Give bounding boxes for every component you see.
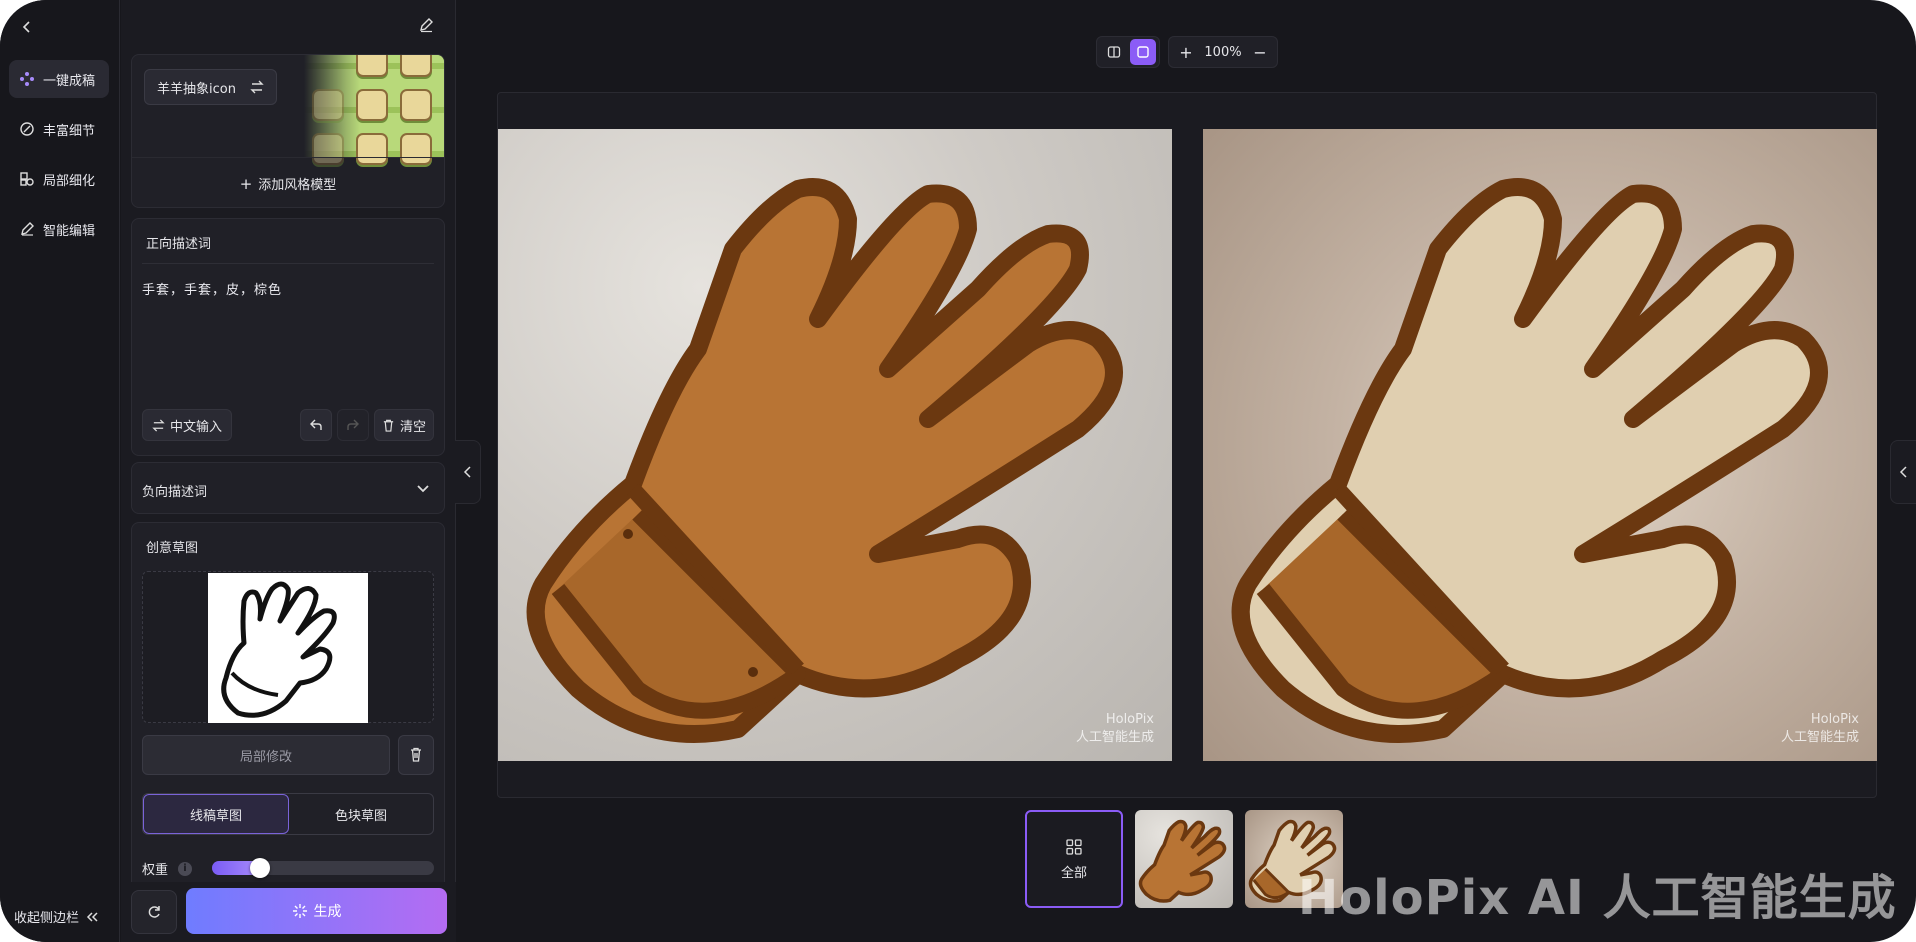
pencil-icon <box>19 221 35 237</box>
grid-icon <box>1066 838 1082 855</box>
image-watermark: HoloPix 人工智能生成 <box>1781 711 1859 747</box>
weight-label-row: 权重 i <box>142 859 193 878</box>
right-panel-toggle[interactable] <box>1890 440 1916 504</box>
collapse-sidebar-button[interactable]: 收起侧边栏 <box>14 907 99 926</box>
trash-icon <box>383 419 394 432</box>
app-window: 一键成稿 丰富细节 局部细化 智能编辑 收起侧边栏 羊羊抽象icon + 添加风… <box>0 0 1916 942</box>
sparkle-icon <box>292 904 307 918</box>
thumbnail-strip: 全部 <box>1025 810 1343 908</box>
swap-icon <box>250 80 264 94</box>
reset-button[interactable] <box>131 890 177 934</box>
weight-slider[interactable] <box>212 858 434 878</box>
sketch-mode-line[interactable]: 线稿草图 <box>143 794 289 834</box>
shapes-icon <box>19 171 35 187</box>
clear-button[interactable]: 清空 <box>374 409 434 441</box>
nav-item-label: 丰富细节 <box>43 123 96 139</box>
undo-button[interactable] <box>300 409 332 441</box>
back-button[interactable] <box>12 12 42 42</box>
edit-icon[interactable] <box>415 14 437 36</box>
bottom-action-bar: 生成 <box>121 882 456 942</box>
negative-prompt-title: 负向描述词 <box>142 485 208 500</box>
style-model-card: 羊羊抽象icon + 添加风格模型 <box>131 54 445 208</box>
split-view-icon <box>1107 46 1120 58</box>
sketch-mode-color-block[interactable]: 色块草图 <box>289 794 433 834</box>
add-style-model-button[interactable]: + 添加风格模型 <box>132 157 444 207</box>
info-icon[interactable]: i <box>178 861 193 876</box>
nav-item-enrich-detail[interactable]: 丰富细节 <box>9 110 109 148</box>
weight-slider-handle[interactable] <box>250 858 270 878</box>
split-view-button[interactable] <box>1101 39 1127 65</box>
trash-icon <box>411 747 421 762</box>
watermark-note: 人工智能生成 <box>1780 730 1859 745</box>
thumbnail-image[interactable] <box>1135 810 1233 908</box>
settings-panel: 羊羊抽象icon + 添加风格模型 正向描述词 手套，手套，皮，棕色 中文输入 <box>121 0 456 942</box>
image-canvas: HoloPix 人工智能生成 HoloPix 人工智能生成 <box>497 92 1877 798</box>
generated-image-cream[interactable]: HoloPix 人工智能生成 <box>1203 129 1877 761</box>
swap-icon <box>152 418 165 432</box>
local-edit-button[interactable]: 局部修改 <box>142 735 390 775</box>
image-watermark: HoloPix 人工智能生成 <box>1076 711 1154 747</box>
redo-button[interactable] <box>337 409 369 441</box>
clear-label: 清空 <box>399 419 426 435</box>
sketch-image <box>208 573 368 723</box>
creative-sketch-title: 创意草图 <box>146 541 199 556</box>
chinese-input-label: 中文输入 <box>169 419 222 435</box>
sketch-mode-segmented: 线稿草图 色块草图 <box>142 793 434 835</box>
thumbnail-all-label: 全部 <box>1060 865 1087 881</box>
refresh-icon <box>148 906 160 918</box>
collapse-panel-toggle[interactable] <box>455 440 481 504</box>
delete-sketch-button[interactable] <box>398 735 434 775</box>
collapse-sidebar-label: 收起侧边栏 <box>14 911 80 926</box>
watermark-brand: HoloPix <box>1105 712 1154 727</box>
watermark-brand: HoloPix <box>1810 712 1859 727</box>
view-mode-toolbar <box>1096 36 1160 68</box>
chinese-input-button[interactable]: 中文输入 <box>142 409 232 441</box>
positive-prompt-title: 正向描述词 <box>146 237 212 252</box>
single-view-button[interactable] <box>1129 39 1156 65</box>
style-model-thumbnail <box>304 55 444 165</box>
nav-item-label: 局部细化 <box>43 173 96 189</box>
sketch-upload-area[interactable] <box>142 571 434 723</box>
negative-prompt-card[interactable]: 负向描述词 <box>131 462 445 514</box>
style-model-name: 羊羊抽象icon <box>157 81 236 97</box>
positive-prompt-card: 正向描述词 手套，手套，皮，棕色 中文输入 清空 <box>131 218 445 456</box>
nav-item-smart-edit[interactable]: 智能编辑 <box>9 210 109 248</box>
undo-icon <box>310 419 322 430</box>
zoom-level: 100% <box>1204 44 1242 60</box>
chevron-left-icon <box>1899 466 1907 478</box>
sparkle-dots-icon <box>19 71 35 87</box>
nav-item-local-refine[interactable]: 局部细化 <box>9 160 109 198</box>
chevron-left-icon <box>463 466 471 478</box>
nav-item-one-click[interactable]: 一键成稿 <box>9 60 109 98</box>
generate-button[interactable]: 生成 <box>186 888 447 934</box>
positive-prompt-input[interactable]: 手套，手套，皮，棕色 <box>142 279 432 298</box>
chevron-down-icon <box>417 485 429 493</box>
divider <box>142 263 434 264</box>
zoom-out-button[interactable]: − <box>1251 43 1269 62</box>
generated-image-brown[interactable]: HoloPix 人工智能生成 <box>498 129 1172 761</box>
watermark-note: 人工智能生成 <box>1075 730 1154 745</box>
magic-wand-icon <box>19 121 35 137</box>
single-view-icon <box>1136 46 1149 58</box>
add-style-model-label: 添加风格模型 <box>258 178 337 193</box>
nav-item-label: 智能编辑 <box>43 223 96 239</box>
zoom-toolbar: + 100% − <box>1168 36 1278 68</box>
creative-sketch-card: 创意草图 局部修改 线稿草图 色块草图 权重 i <box>131 522 445 882</box>
double-chevron-left-icon <box>86 911 98 922</box>
holopix-watermark: HoloPix AI 人工智能生成 <box>1298 870 1897 926</box>
redo-icon <box>347 419 359 430</box>
nav-item-label: 一键成稿 <box>43 73 96 89</box>
chevron-left-icon <box>22 21 30 33</box>
thumbnail-all[interactable]: 全部 <box>1025 810 1123 908</box>
generate-label: 生成 <box>313 904 342 920</box>
weight-label: 权重 <box>142 863 169 878</box>
style-model-tag[interactable]: 羊羊抽象icon <box>144 69 277 105</box>
zoom-in-button[interactable]: + <box>1177 43 1195 62</box>
plus-icon: + <box>239 174 253 193</box>
left-nav-rail: 一键成稿 丰富细节 局部细化 智能编辑 收起侧边栏 <box>0 0 120 942</box>
